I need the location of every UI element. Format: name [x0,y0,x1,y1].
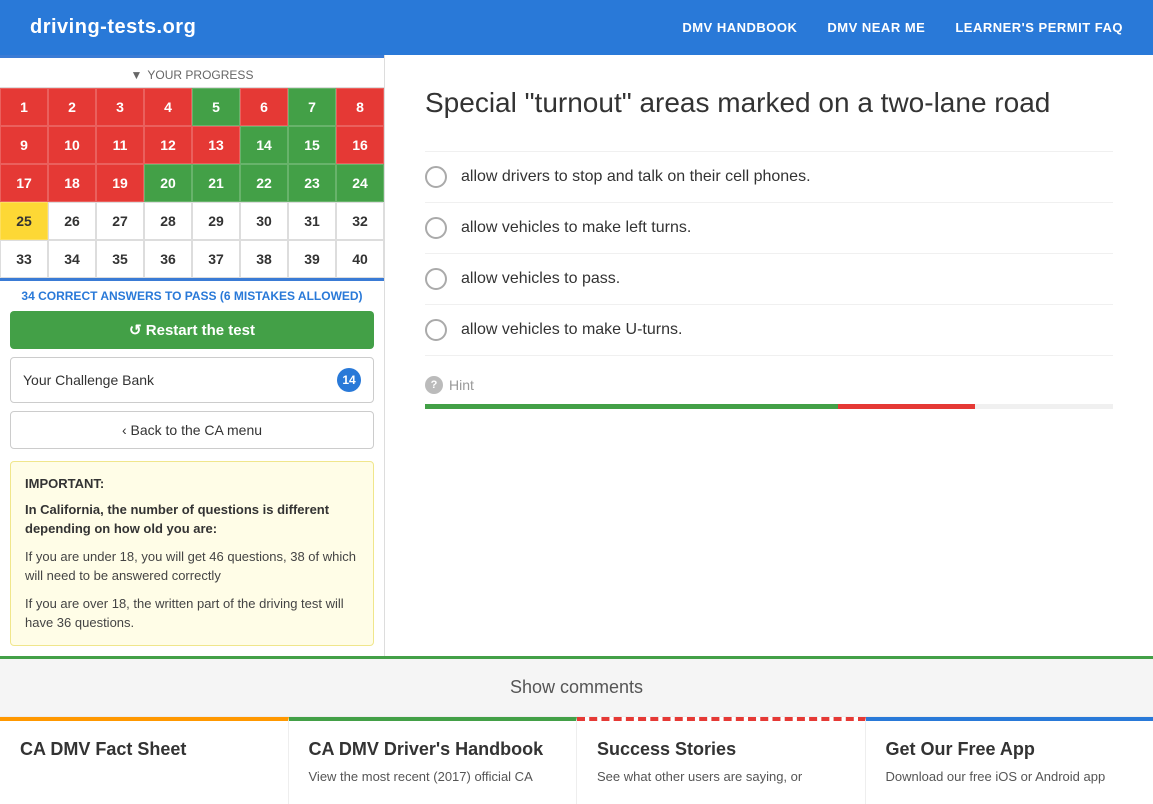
grid-cell[interactable]: 32 [336,202,384,240]
card-title: Get Our Free App [886,739,1134,760]
grid-cell[interactable]: 1 [0,88,48,126]
header-nav: DMV HANDBOOK DMV NEAR ME LEARNER'S PERMI… [682,20,1123,35]
grid-cell[interactable]: 10 [48,126,96,164]
challenge-bank-button[interactable]: Your Challenge Bank 14 [10,357,374,403]
grid-cell[interactable]: 13 [192,126,240,164]
important-para1: If you are under 18, you will get 46 que… [25,547,359,586]
grid-cell[interactable]: 38 [240,240,288,278]
card-success-stories[interactable]: Success Stories See what other users are… [577,717,866,804]
grid-cell[interactable]: 34 [48,240,96,278]
grid-cell[interactable]: 27 [96,202,144,240]
radio-circle [425,268,447,290]
grid-cell[interactable]: 36 [144,240,192,278]
progress-bar-red [838,404,976,409]
progress-header: ▼ YOUR PROGRESS [0,58,384,88]
grid-cell[interactable]: 16 [336,126,384,164]
grid-cell[interactable]: 5 [192,88,240,126]
bottom-cards: CA DMV Fact Sheet CA DMV Driver's Handbo… [0,716,1153,804]
grid-cell[interactable]: 4 [144,88,192,126]
important-bold-text: In California, the number of questions i… [25,500,359,539]
chevron-down-icon: ▼ [131,68,143,82]
challenge-bank-badge: 14 [337,368,361,392]
back-button[interactable]: ‹ Back to the CA menu [10,411,374,449]
grid-cell[interactable]: 21 [192,164,240,202]
grid-cell[interactable]: 33 [0,240,48,278]
grid-cell[interactable]: 23 [288,164,336,202]
pass-text: 34 CORRECT ANSWERS TO PASS (6 MISTAKES A… [0,281,384,311]
site-header: driving-tests.org DMV HANDBOOK DMV NEAR … [0,0,1153,55]
answer-option-text: allow drivers to stop and talk on their … [461,168,811,186]
answer-option-text: allow vehicles to pass. [461,270,620,288]
grid-cell[interactable]: 7 [288,88,336,126]
grid-cell[interactable]: 17 [0,164,48,202]
card-ca-dmv-fact-sheet[interactable]: CA DMV Fact Sheet [0,717,289,804]
answer-option[interactable]: allow vehicles to make left turns. [425,203,1113,254]
grid-cell[interactable]: 26 [48,202,96,240]
radio-circle [425,217,447,239]
progress-bar-green [425,404,838,409]
radio-circle [425,166,447,188]
number-grid: 1234567891011121314151617181920212223242… [0,88,384,281]
important-para2: If you are over 18, the written part of … [25,594,359,633]
nav-dmv-handbook[interactable]: DMV HANDBOOK [682,20,797,35]
grid-cell[interactable]: 39 [288,240,336,278]
grid-cell[interactable]: 12 [144,126,192,164]
nav-learners-permit-faq[interactable]: LEARNER'S PERMIT FAQ [955,20,1123,35]
card-title: CA DMV Driver's Handbook [309,739,557,760]
card-get-free-app[interactable]: Get Our Free App Download our free iOS o… [866,717,1153,804]
progress-label: YOUR PROGRESS [147,68,253,82]
grid-cell[interactable]: 19 [96,164,144,202]
nav-dmv-near-me[interactable]: DMV NEAR ME [827,20,925,35]
answer-option-text: allow vehicles to make U-turns. [461,321,682,339]
grid-cell[interactable]: 31 [288,202,336,240]
card-title: CA DMV Fact Sheet [20,739,268,760]
card-text: Download our free iOS or Android app [886,768,1134,786]
challenge-bank-label: Your Challenge Bank [23,372,154,388]
grid-cell[interactable]: 11 [96,126,144,164]
grid-cell[interactable]: 2 [48,88,96,126]
card-ca-dmv-handbook[interactable]: CA DMV Driver's Handbook View the most r… [289,717,578,804]
grid-cell[interactable]: 22 [240,164,288,202]
grid-cell[interactable]: 8 [336,88,384,126]
answer-options: allow drivers to stop and talk on their … [425,151,1113,356]
grid-cell[interactable]: 15 [288,126,336,164]
grid-cell[interactable]: 25 [0,202,48,240]
answer-option[interactable]: allow vehicles to make U-turns. [425,305,1113,356]
card-text: View the most recent (2017) official CA [309,768,557,786]
show-comments-bar[interactable]: Show comments [0,656,1153,716]
important-box: IMPORTANT: In California, the number of … [10,461,374,646]
grid-cell[interactable]: 30 [240,202,288,240]
content-area: Special "turnout" areas marked on a two-… [385,55,1153,656]
card-title: Success Stories [597,739,845,760]
grid-cell[interactable]: 24 [336,164,384,202]
radio-circle [425,319,447,341]
important-title: IMPORTANT: [25,474,359,494]
grid-cell[interactable]: 14 [240,126,288,164]
progress-bar-empty [975,404,1113,409]
sidebar: ▼ YOUR PROGRESS 123456789101112131415161… [0,55,385,656]
restart-button[interactable]: ↺ Restart the test [10,311,374,349]
main-container: ▼ YOUR PROGRESS 123456789101112131415161… [0,55,1153,656]
grid-cell[interactable]: 40 [336,240,384,278]
answer-option[interactable]: allow vehicles to pass. [425,254,1113,305]
hint-label: Hint [449,377,474,393]
grid-cell[interactable]: 3 [96,88,144,126]
grid-cell[interactable]: 20 [144,164,192,202]
grid-cell[interactable]: 28 [144,202,192,240]
progress-bar [425,404,1113,409]
grid-cell[interactable]: 9 [0,126,48,164]
grid-cell[interactable]: 18 [48,164,96,202]
answer-option-text: allow vehicles to make left turns. [461,219,691,237]
grid-cell[interactable]: 35 [96,240,144,278]
answer-option[interactable]: allow drivers to stop and talk on their … [425,151,1113,203]
grid-cell[interactable]: 37 [192,240,240,278]
hint-icon: ? [425,376,443,394]
question-text: Special "turnout" areas marked on a two-… [425,85,1113,121]
grid-cell[interactable]: 6 [240,88,288,126]
card-text: See what other users are saying, or [597,768,845,786]
site-logo[interactable]: driving-tests.org [30,16,196,39]
hint-row[interactable]: ? Hint [425,376,1113,394]
grid-cell[interactable]: 29 [192,202,240,240]
